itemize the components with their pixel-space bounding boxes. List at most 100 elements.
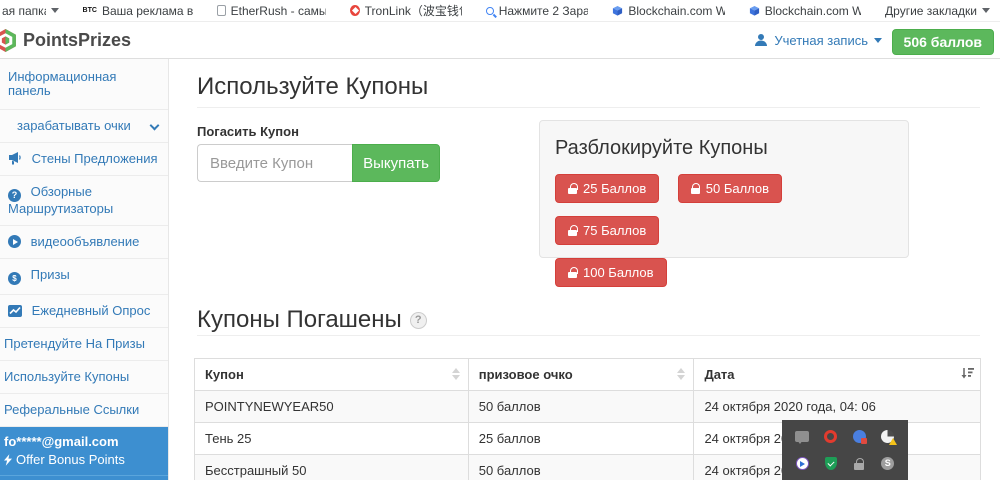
unlock-100-button[interactable]: 100 Баллов xyxy=(555,258,667,287)
sidebar-item-video-ads[interactable]: видеообъявление xyxy=(0,226,168,259)
lock-icon xyxy=(568,225,577,236)
bookmark-item[interactable]: BTC Ваша реклама в с xyxy=(83,4,194,18)
sort-descending-icon xyxy=(961,367,974,379)
unlock-coupons-title: Разблокируйте Купоны xyxy=(555,137,893,160)
bookmark-label: Blockchain.com Wa xyxy=(765,4,861,18)
bookmark-item[interactable]: TronLink（波宝钱包 xyxy=(350,2,463,19)
sort-icon xyxy=(452,368,460,380)
unlock-75-button[interactable]: 75 Баллов xyxy=(555,216,659,245)
pointsprizes-hexagon-icon xyxy=(0,28,18,53)
redeem-button[interactable]: Выкупать xyxy=(352,144,440,182)
bookmark-item[interactable]: Нажмите 2 Зараб xyxy=(486,4,588,18)
sidebar-item-dashboard[interactable]: Информационная панель xyxy=(0,59,168,110)
bookmarks-bar: ая папка BTC Ваша реклама в с EtherRush … xyxy=(0,0,1000,22)
notification-message: Offer Bonus Points xyxy=(16,452,125,467)
blockchain-cube-icon xyxy=(749,5,760,17)
sidebar: Информационная панель зарабатывать очки … xyxy=(0,59,168,480)
bonus-notification[interactable]: fo*****@gmail.com Offer Bonus Points xyxy=(0,427,168,476)
points-cell: 25 баллов xyxy=(468,423,694,455)
coupon-cell: Бесстрашный 50 xyxy=(195,455,469,480)
bookmark-label: ая папка xyxy=(2,4,46,18)
caret-down-icon xyxy=(982,8,990,13)
account-menu[interactable]: Учетная запись xyxy=(754,22,882,58)
lightning-bolt-icon xyxy=(4,454,12,466)
sidebar-item-label: Обзорные Маршрутизаторы xyxy=(8,184,113,216)
drive-app-icon[interactable] xyxy=(853,430,866,443)
magnifier-icon xyxy=(486,7,494,15)
coupon-input-group: Выкупать xyxy=(197,144,440,182)
coupon-cell: Тень 25 xyxy=(195,423,469,455)
bookmark-label: TronLink（波宝钱包 xyxy=(365,2,463,19)
sidebar-item-label: Призы xyxy=(31,267,70,282)
coupon-input[interactable] xyxy=(197,144,352,182)
bookmark-label: EtherRush - самый xyxy=(231,4,326,18)
sidebar-item-survey-routers[interactable]: Обзорные Маршрутизаторы xyxy=(0,176,168,226)
bonus-notification[interactable]: 90*****@qq.com Offer Bonus Points xyxy=(0,476,168,480)
notification-email: fo*****@gmail.com xyxy=(4,434,160,449)
megaphone-icon xyxy=(8,152,22,165)
table-header-row: Купон призовое очко Дата xyxy=(195,359,981,391)
points-balance-badge[interactable]: 506 баллов xyxy=(892,29,994,55)
brand-name: PointsPrizes xyxy=(23,30,131,51)
unlock-25-button[interactable]: 25 Баллов xyxy=(555,174,659,203)
btc-icon: BTC xyxy=(83,7,97,14)
window-icon[interactable] xyxy=(795,431,809,442)
coupon-cell: POINTYNEWYEAR50 xyxy=(195,391,469,423)
page-title: Используйте Купоны xyxy=(197,74,1000,100)
column-header-coupon[interactable]: Купон xyxy=(195,359,469,391)
lock-icon xyxy=(691,183,700,194)
dollar-circle-icon xyxy=(8,272,21,285)
skype-icon[interactable] xyxy=(881,457,894,470)
points-cell: 50 баллов xyxy=(468,391,694,423)
sidebar-item-use-coupons[interactable]: Используйте Купоны xyxy=(0,361,168,394)
table-row: POINTYNEWYEAR50 50 баллов 24 октября 202… xyxy=(195,391,981,423)
tronlink-icon xyxy=(350,5,360,16)
opera-icon[interactable] xyxy=(824,430,837,443)
sidebar-item-label: Реферальные Ссылки xyxy=(4,402,139,417)
sidebar-item-label: Стены Предложения xyxy=(32,151,158,166)
antivirus-shield-icon[interactable] xyxy=(825,457,837,470)
sidebar-item-prizes[interactable]: Призы xyxy=(0,259,168,295)
bookmark-folder[interactable]: ая папка xyxy=(2,4,59,18)
divider xyxy=(197,335,980,336)
unlock-coupons-panel: Разблокируйте Купоны 25 Баллов 50 Баллов… xyxy=(539,120,909,258)
media-player-icon[interactable] xyxy=(796,457,809,470)
unlock-50-button[interactable]: 50 Баллов xyxy=(678,174,782,203)
sidebar-item-earn-points[interactable]: зарабатывать очки xyxy=(0,110,168,143)
bookmark-item[interactable]: EtherRush - самый xyxy=(217,4,325,18)
points-cell: 50 баллов xyxy=(468,455,694,480)
sidebar-item-label: Информационная панель xyxy=(8,69,116,98)
sidebar-item-label: Претендуйте На Призы xyxy=(4,336,145,351)
sidebar-item-daily-poll[interactable]: Ежедневный Опрос xyxy=(0,295,168,328)
play-circle-icon xyxy=(8,235,21,248)
bookmark-label: Нажмите 2 Зараб xyxy=(499,4,589,18)
column-header-date[interactable]: Дата xyxy=(694,359,981,391)
caret-down-icon xyxy=(51,8,59,13)
bookmark-item[interactable]: Blockchain.com Wa xyxy=(612,4,724,18)
chevron-down-icon xyxy=(150,121,160,131)
column-header-points[interactable]: призовое очко xyxy=(468,359,694,391)
sidebar-item-label: видеообъявление xyxy=(31,234,140,249)
main-content: Используйте Купоны Погасить Купон Выкупа… xyxy=(168,59,1000,480)
security-warning-icon[interactable] xyxy=(881,430,894,443)
bookmark-label: Blockchain.com Wa xyxy=(628,4,724,18)
person-icon xyxy=(754,33,768,47)
date-cell: 24 октября 2020 года, 04: 06 xyxy=(694,391,981,423)
sidebar-item-claim-prizes[interactable]: Претендуйте На Призы xyxy=(0,328,168,361)
sidebar-item-label: Используйте Купоны xyxy=(4,369,129,384)
other-bookmarks-button[interactable]: Другие закладки xyxy=(885,4,990,18)
page-icon xyxy=(217,5,225,16)
divider xyxy=(197,107,980,108)
sidebar-item-label: Ежедневный Опрос xyxy=(32,303,151,318)
account-label: Учетная запись xyxy=(774,33,868,48)
sidebar-item-offer-walls[interactable]: Стены Предложения xyxy=(0,143,168,176)
lock-icon[interactable] xyxy=(854,458,864,470)
help-icon[interactable]: ? xyxy=(410,312,427,329)
bookmark-label: Ваша реклама в с xyxy=(102,4,193,18)
sidebar-item-referral-links[interactable]: Реферальные Ссылки xyxy=(0,394,168,427)
logo[interactable]: PointsPrizes xyxy=(0,28,131,53)
sort-icon xyxy=(677,368,685,380)
sidebar-item-label: зарабатывать очки xyxy=(17,118,131,133)
site-header: PointsPrizes Учетная запись 506 баллов xyxy=(0,22,1000,59)
bookmark-item[interactable]: Blockchain.com Wa xyxy=(749,4,861,18)
